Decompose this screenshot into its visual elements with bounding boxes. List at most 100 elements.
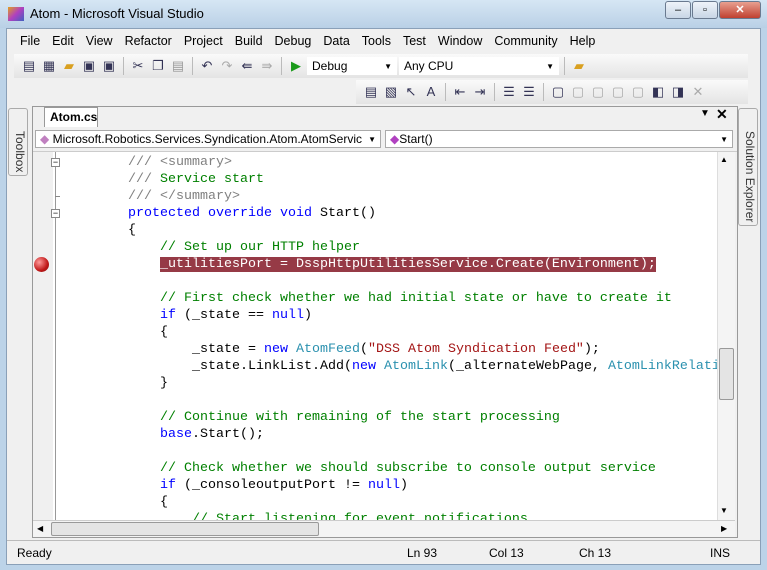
- code-token: (: [359, 342, 368, 357]
- menu-refactor[interactable]: Refactor: [119, 31, 178, 51]
- code-line: _state = new AtomFeed("DSS Atom Syndicat…: [192, 341, 600, 358]
- add-item-icon[interactable]: ▦: [40, 57, 58, 75]
- complete-word-icon[interactable]: A: [422, 83, 440, 101]
- code-token: base: [160, 427, 192, 442]
- code-token: Service start: [160, 172, 264, 187]
- configuration-dropdown[interactable]: Debug ▼: [307, 57, 397, 75]
- class-dropdown[interactable]: ◆ Microsoft.Robotics.Services.Syndicatio…: [35, 130, 381, 148]
- solution-explorer-tab[interactable]: Solution Explorer: [738, 108, 758, 226]
- paste-icon[interactable]: ▤: [169, 57, 187, 75]
- prev-bookmark-icon[interactable]: ▢: [569, 83, 587, 101]
- horizontal-scrollbar[interactable]: ◀ ▶: [33, 520, 735, 537]
- clear-bookmarks-icon[interactable]: ✕: [689, 83, 707, 101]
- horizontal-scroll-thumb[interactable]: [51, 522, 319, 536]
- menu-data[interactable]: Data: [317, 31, 355, 51]
- code-line: {: [160, 324, 168, 341]
- code-line: _utilitiesPort = DsspHttpUtilitiesServic…: [160, 256, 656, 273]
- scroll-right-icon[interactable]: ▶: [721, 524, 727, 533]
- uncomment-icon[interactable]: ☰: [520, 83, 538, 101]
- quick-info-icon[interactable]: ↖: [402, 83, 420, 101]
- undo-icon[interactable]: ↶: [198, 57, 216, 75]
- menu-file[interactable]: File: [14, 31, 46, 51]
- vertical-scrollbar[interactable]: ▲ ▼: [717, 152, 735, 520]
- next-bookmark-icon[interactable]: ▢: [589, 83, 607, 101]
- menu-tools[interactable]: Tools: [356, 31, 397, 51]
- vertical-scroll-thumb[interactable]: [719, 348, 734, 400]
- tab-atom-cs[interactable]: Atom.cs: [44, 107, 98, 127]
- collapse-icon[interactable]: −: [51, 158, 60, 167]
- chevron-down-icon: ▼: [368, 134, 376, 144]
- code-line: /// </summary>: [128, 188, 240, 205]
- close-button[interactable]: ✕: [719, 1, 761, 19]
- code-token: /// </summary>: [128, 189, 240, 204]
- menu-project[interactable]: Project: [178, 31, 229, 51]
- maximize-button[interactable]: ▫: [692, 1, 718, 19]
- code-token: {: [160, 325, 168, 340]
- toolbox-tab[interactable]: Toolbox: [8, 108, 28, 176]
- decrease-indent-icon[interactable]: ⇤: [451, 83, 469, 101]
- menu-help[interactable]: Help: [564, 31, 602, 51]
- code-line: protected override void Start(): [128, 205, 376, 222]
- navigate-back-icon[interactable]: ⇚: [238, 57, 256, 75]
- member-dropdown[interactable]: ◆Start() ▼: [385, 130, 733, 148]
- code-line: {: [128, 222, 136, 239]
- menu-window[interactable]: Window: [432, 31, 488, 51]
- code-token: _utilitiesPort = DsspHttpUtilitiesServic…: [160, 257, 656, 272]
- breakpoint-margin[interactable]: [33, 152, 53, 520]
- code-token: (_state ==: [176, 308, 272, 323]
- class-icon: ◆: [40, 132, 50, 146]
- scroll-down-icon[interactable]: ▼: [720, 506, 728, 515]
- increase-indent-icon[interactable]: ⇥: [471, 83, 489, 101]
- close-document-icon[interactable]: ✕: [716, 106, 728, 123]
- open-folder-icon[interactable]: ▰: [60, 57, 78, 75]
- copy-icon[interactable]: ❐: [149, 57, 167, 75]
- menu-debug[interactable]: Debug: [269, 31, 318, 51]
- insert-mode: INS: [710, 546, 731, 560]
- next-bookmark-doc-icon[interactable]: ◨: [669, 83, 687, 101]
- parameter-info-icon[interactable]: ▧: [382, 83, 400, 101]
- code-token: }: [160, 376, 168, 391]
- code-line: // First check whether we had initial st…: [160, 290, 672, 307]
- code-line: _state.LinkList.Add(new AtomLink(_altern…: [192, 358, 717, 375]
- code-editor[interactable]: /// <summary> −/// Service start/// </sum…: [33, 152, 717, 520]
- prev-bookmark-doc-icon[interactable]: ◧: [649, 83, 667, 101]
- find-in-files-icon[interactable]: ▰: [570, 57, 588, 75]
- code-line: // Start listening for event notificatio…: [192, 511, 528, 520]
- bookmark-icon[interactable]: ▢: [549, 83, 567, 101]
- code-token: if: [160, 308, 176, 323]
- scroll-up-icon[interactable]: ▲: [720, 155, 728, 164]
- save-all-icon[interactable]: ▣: [100, 57, 118, 75]
- object-members-icon[interactable]: ▤: [362, 83, 380, 101]
- menu-edit[interactable]: Edit: [46, 31, 80, 51]
- menu-build[interactable]: Build: [229, 31, 269, 51]
- toolbox-label: Toolbox: [13, 131, 27, 173]
- cut-icon[interactable]: ✂: [129, 57, 147, 75]
- next-bookmark-folder-icon[interactable]: ▢: [629, 83, 647, 101]
- code-token: new: [351, 359, 384, 374]
- code-line: {: [160, 494, 168, 511]
- minimize-button[interactable]: –: [665, 1, 691, 19]
- breakpoint-icon[interactable]: [34, 257, 49, 272]
- code-token: ): [303, 308, 312, 323]
- solution-explorer-label: Solution Explorer: [743, 131, 757, 223]
- start-debugging-icon[interactable]: ▶: [287, 57, 305, 75]
- prev-bookmark-folder-icon[interactable]: ▢: [609, 83, 627, 101]
- save-icon[interactable]: ▣: [80, 57, 98, 75]
- menu-community[interactable]: Community: [488, 31, 563, 51]
- comment-icon[interactable]: ☰: [500, 83, 518, 101]
- navigate-forward-icon[interactable]: ⇛: [258, 57, 276, 75]
- code-token: // Start listening for event notificatio…: [192, 512, 528, 520]
- menu-view[interactable]: View: [80, 31, 119, 51]
- window-menu-icon[interactable]: ▼: [700, 108, 710, 119]
- class-value: Microsoft.Robotics.Services.Syndication.…: [52, 132, 363, 146]
- redo-icon[interactable]: ↷: [218, 57, 236, 75]
- member-value: Start(): [399, 132, 433, 146]
- platform-dropdown[interactable]: Any CPU ▼: [399, 57, 559, 75]
- collapse-icon[interactable]: −: [51, 209, 60, 218]
- code-token: new: [263, 342, 296, 357]
- scroll-left-icon[interactable]: ◀: [37, 524, 43, 533]
- code-line: /// Service start: [128, 171, 264, 188]
- code-token: ///: [128, 172, 160, 187]
- new-project-icon[interactable]: ▤: [20, 57, 38, 75]
- menu-test[interactable]: Test: [397, 31, 432, 51]
